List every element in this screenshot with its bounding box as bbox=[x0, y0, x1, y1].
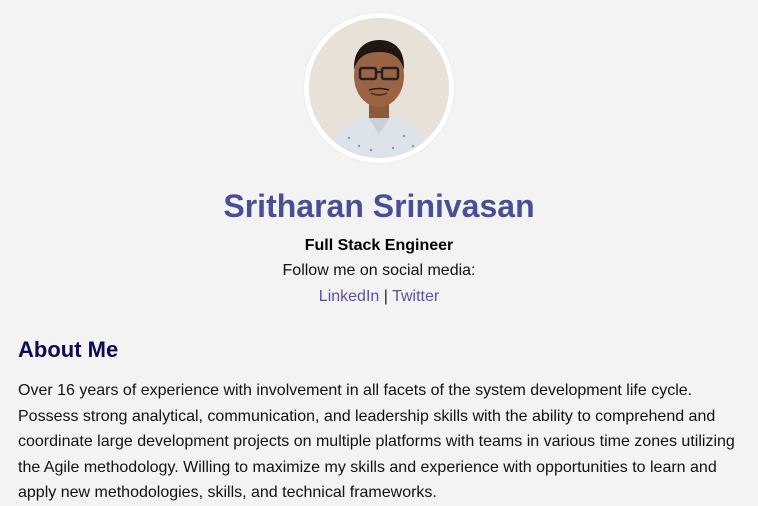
social-follow-text: Follow me on social media: bbox=[282, 262, 476, 279]
avatar bbox=[309, 18, 449, 158]
twitter-link[interactable]: Twitter bbox=[392, 288, 439, 305]
profile-photo bbox=[309, 18, 449, 158]
social-links: LinkedIn | Twitter bbox=[0, 287, 758, 307]
linkedin-link[interactable]: LinkedIn bbox=[319, 288, 380, 305]
profile-name: Sritharan Srinivasan bbox=[223, 188, 535, 224]
about-heading: About Me bbox=[18, 337, 119, 362]
link-separator: | bbox=[383, 288, 388, 305]
profile-title: Full Stack Engineer bbox=[304, 237, 454, 254]
about-text: Over 16 years of experience with involve… bbox=[18, 382, 735, 501]
avatar-frame bbox=[304, 13, 454, 163]
